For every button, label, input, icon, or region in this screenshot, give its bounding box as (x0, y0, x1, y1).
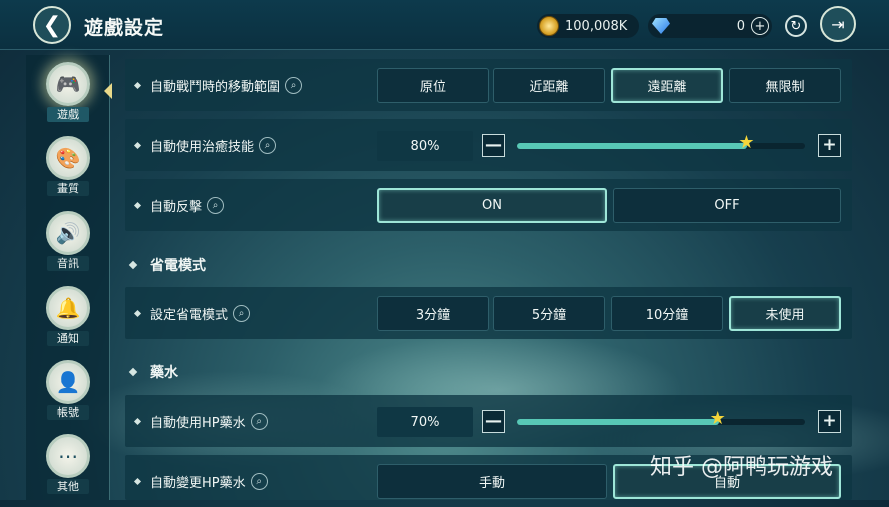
gem-balance: 0 + (648, 14, 772, 38)
search-icon[interactable]: ⌕ (250, 472, 268, 490)
exit-icon: ⇥ (831, 14, 845, 34)
sidebar-item-label: 帳號 (47, 405, 89, 420)
back-arrow-icon: ❮ (42, 12, 62, 38)
bullet-icon (133, 81, 142, 89)
option-manual[interactable]: 手動 (377, 464, 607, 499)
active-tab-indicator (104, 83, 112, 99)
coin-icon (539, 16, 559, 36)
sidebar-item-game[interactable]: 🎮 遊戲 (26, 59, 110, 133)
refresh-icon: ↻ (790, 18, 802, 34)
section-power-saving: 省電模式 (128, 253, 206, 277)
search-icon[interactable]: ⌕ (207, 196, 225, 214)
increase-button[interactable]: + (818, 410, 841, 433)
sidebar-item-label: 音訊 (47, 256, 89, 271)
sidebar-item-other[interactable]: ⋯ 其他 (26, 431, 110, 505)
exit-button[interactable]: ⇥ (820, 6, 856, 42)
add-gem-button[interactable]: + (751, 17, 769, 35)
bullet-icon (133, 417, 142, 425)
decrease-button[interactable]: — (482, 410, 505, 433)
slider-fill (517, 143, 748, 149)
decrease-button[interactable]: — (482, 134, 505, 157)
refresh-button[interactable]: ↻ (785, 15, 807, 37)
sidebar-item-account[interactable]: 👤 帳號 (26, 357, 110, 431)
toggle-on[interactable]: ON (377, 188, 607, 223)
option-unlimited[interactable]: 無限制 (729, 68, 841, 103)
heal-skill-value: 80% (377, 131, 473, 161)
palette-icon: 🎨 (46, 136, 90, 180)
coin-value: 100,008K (565, 18, 628, 34)
option-long-range[interactable]: 遠距離 (611, 68, 723, 103)
star-handle-icon[interactable]: ★ (738, 134, 754, 152)
setting-row-battle-range: 自動戰鬥時的移動範圍 ⌕ 原位 近距離 遠距離 無限制 (125, 59, 852, 111)
top-bar: ❮ 遊戲設定 100,008K 0 + ↻ ⇥ (0, 0, 889, 50)
star-handle-icon[interactable]: ★ (710, 410, 726, 428)
sidebar: 🎮 遊戲 🎨 畫質 🔊 音訊 🔔 通知 👤 帳號 ⋯ 其他 (26, 55, 110, 500)
sidebar-item-label: 遊戲 (47, 107, 89, 122)
sidebar-item-audio[interactable]: 🔊 音訊 (26, 208, 110, 282)
option-3-min[interactable]: 3分鐘 (377, 296, 489, 331)
sidebar-item-label: 其他 (47, 479, 89, 494)
setting-label: 自動使用HP藥水 (150, 415, 246, 431)
setting-row-heal-skill: 自動使用治癒技能 ⌕ 80% — ★ + (125, 119, 852, 171)
gem-value: 0 (736, 18, 745, 34)
search-icon[interactable]: ⌕ (233, 304, 251, 322)
setting-row-counter-attack: 自動反擊 ⌕ ON OFF (125, 179, 852, 231)
setting-label: 設定省電模式 (150, 307, 229, 323)
hp-potion-value: 70% (377, 407, 473, 437)
sidebar-item-label: 畫質 (47, 181, 89, 196)
page-title: 遊戲設定 (84, 17, 165, 39)
option-10-min[interactable]: 10分鐘 (611, 296, 723, 331)
bell-icon: 🔔 (46, 286, 90, 330)
search-icon[interactable]: ⌕ (259, 136, 277, 154)
section-title: 藥水 (150, 365, 178, 381)
option-original-position[interactable]: 原位 (377, 68, 489, 103)
setting-label: 自動反擊 (150, 199, 203, 215)
gamepad-icon: 🎮 (46, 62, 90, 106)
increase-button[interactable]: + (818, 134, 841, 157)
setting-label: 自動使用治癒技能 (150, 139, 255, 155)
search-icon[interactable]: ⌕ (285, 76, 303, 94)
bullet-icon (133, 309, 142, 317)
setting-row-power-mode: 設定省電模式 ⌕ 3分鐘 5分鐘 10分鐘 未使用 (125, 287, 852, 339)
bullet-icon (133, 201, 142, 209)
heal-skill-slider[interactable]: ★ (517, 134, 805, 152)
bullet-icon (133, 477, 142, 485)
setting-row-hp-potion: 自動使用HP藥水 ⌕ 70% — ★ + (125, 395, 852, 447)
option-short-range[interactable]: 近距離 (493, 68, 605, 103)
coin-balance: 100,008K (537, 14, 639, 38)
diamond-icon (652, 18, 670, 34)
watermark-text: 知乎 @阿鸭玩游戏 (650, 455, 833, 480)
sidebar-item-label: 通知 (47, 331, 89, 346)
option-5-min[interactable]: 5分鐘 (493, 296, 605, 331)
hp-potion-slider[interactable]: ★ (517, 410, 805, 428)
option-not-used[interactable]: 未使用 (729, 296, 841, 331)
search-icon[interactable]: ⌕ (250, 412, 268, 430)
user-icon: 👤 (46, 360, 90, 404)
setting-label: 自動戰鬥時的移動範圍 (150, 79, 281, 95)
setting-label: 自動變更HP藥水 (150, 475, 246, 491)
bullet-icon (133, 141, 142, 149)
more-icon: ⋯ (46, 434, 90, 478)
slider-fill (517, 419, 719, 425)
sidebar-item-notification[interactable]: 🔔 通知 (26, 283, 110, 357)
bullet-icon (128, 367, 138, 377)
section-title: 省電模式 (150, 258, 206, 274)
back-button[interactable]: ❮ (33, 6, 71, 44)
bullet-icon (128, 260, 138, 270)
speaker-icon: 🔊 (46, 211, 90, 255)
section-potion: 藥水 (128, 360, 178, 384)
sidebar-item-graphics[interactable]: 🎨 畫質 (26, 133, 110, 207)
toggle-off[interactable]: OFF (613, 188, 841, 223)
vine-decoration (0, 260, 26, 500)
